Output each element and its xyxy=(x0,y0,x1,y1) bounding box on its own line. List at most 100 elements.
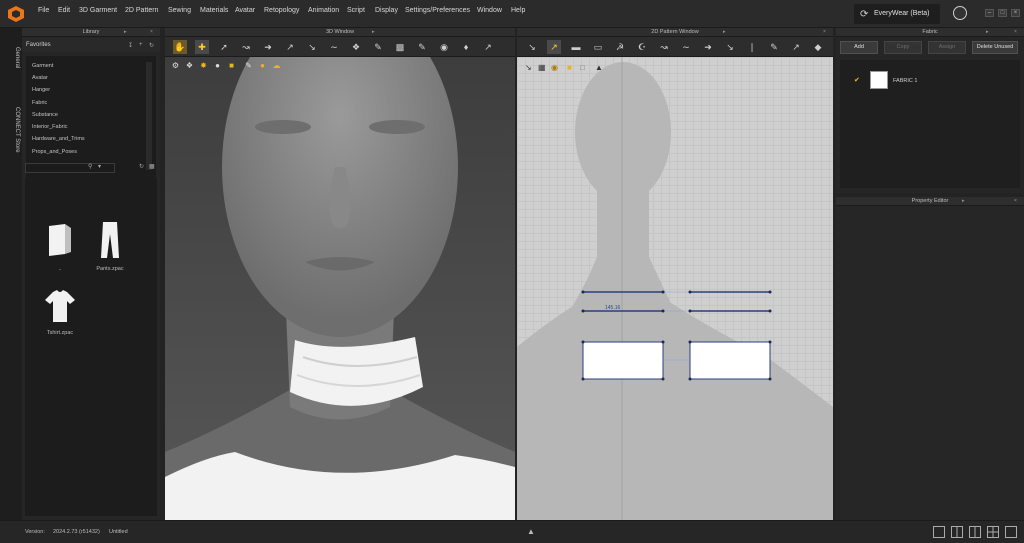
grid-display-icon[interactable]: ▦ xyxy=(538,63,546,72)
library-search-input[interactable] xyxy=(25,163,115,173)
everywear-button[interactable]: ⟳ EveryWear (Beta) xyxy=(854,4,940,24)
favorite-item[interactable]: Fabric xyxy=(32,100,47,106)
library-pin-icon[interactable]: ▸ xyxy=(124,29,127,35)
favorite-item[interactable]: Props_and_Poses xyxy=(32,149,77,155)
check-sewing-icon[interactable]: ↘ xyxy=(723,40,737,54)
layout-fullscreen-icon[interactable] xyxy=(1005,526,1017,538)
2d-pattern-canvas[interactable]: 145.16 ↘ ▦ ◉ ■ □ ▲ xyxy=(517,57,833,520)
favorites-scrollbar[interactable] xyxy=(146,62,152,170)
menu-script[interactable]: Script xyxy=(347,7,365,14)
avatar-visibility-icon[interactable]: ● xyxy=(212,60,223,71)
trace-icon[interactable]: ↗ xyxy=(789,40,803,54)
lock-2d-icon[interactable]: □ xyxy=(580,63,585,72)
internal-shape-icon[interactable]: ☭ xyxy=(613,40,627,54)
cloud-display-icon[interactable]: ☁ xyxy=(271,60,282,71)
3d-viewport[interactable]: ⚙ ❖ ✸ ● ■ ✎ ● ☁ xyxy=(165,57,515,520)
menu-materials[interactable]: Materials xyxy=(200,7,228,14)
move-tool-icon[interactable]: ✋ xyxy=(173,40,187,54)
shape-tool-icon[interactable]: ♦ xyxy=(459,40,473,54)
menu-avatar[interactable]: Avatar xyxy=(235,7,255,14)
favorite-item[interactable]: Garment xyxy=(32,63,53,69)
transform-pattern-icon[interactable]: ↘ xyxy=(525,40,539,54)
pleat-icon[interactable]: ❘ xyxy=(745,40,759,54)
fabric-item[interactable]: ✔ FABRIC 1 xyxy=(840,60,1020,96)
menu-retopology[interactable]: Retopology xyxy=(264,7,299,14)
fold-arrangement-icon[interactable]: ➜ xyxy=(701,40,715,54)
user-avatar-icon[interactable] xyxy=(953,6,967,20)
menu-sewing[interactable]: Sewing xyxy=(168,7,191,14)
pattern-display-icon[interactable]: ↘ xyxy=(525,63,532,72)
texture-display-icon[interactable]: ✸ xyxy=(198,60,209,71)
pin-tool-icon[interactable]: ➚ xyxy=(217,40,231,54)
layout-split-icon[interactable] xyxy=(951,526,963,538)
garment-display-icon[interactable]: ❖ xyxy=(184,60,195,71)
menu-settings[interactable]: Settings/Preferences xyxy=(405,7,470,14)
light-display-icon[interactable]: ● xyxy=(257,60,268,71)
favorite-item[interactable]: Hanger xyxy=(32,87,50,93)
snapshot-tool-icon[interactable]: ◉ xyxy=(437,40,451,54)
2d-window-pin-icon[interactable]: ▸ xyxy=(723,29,726,35)
layout-quad-icon[interactable] xyxy=(987,526,999,538)
dart-icon[interactable]: ☪ xyxy=(635,40,649,54)
favorite-item[interactable]: Avatar xyxy=(32,75,48,81)
menu-3d-garment[interactable]: 3D Garment xyxy=(79,7,117,14)
brush-tool-icon[interactable]: ➜ xyxy=(261,40,275,54)
layout-dual-icon[interactable] xyxy=(969,526,981,538)
add-fabric-button[interactable]: Add xyxy=(840,41,878,54)
property-pin-icon[interactable]: ▸ xyxy=(962,198,965,204)
favorite-item[interactable]: Substance xyxy=(32,112,58,118)
assign-fabric-button[interactable]: Assign xyxy=(928,41,966,54)
minimize-icon[interactable]: – xyxy=(985,9,994,17)
texture-2d-icon[interactable]: ■ xyxy=(567,63,572,72)
library-item[interactable]: Tshirt.zpac xyxy=(35,290,85,336)
library-item[interactable]: Pants.zpac xyxy=(85,222,135,272)
delete-unused-button[interactable]: Delete Unused xyxy=(972,41,1018,54)
clo-logo-icon[interactable] xyxy=(7,5,25,23)
library-item[interactable]: .. xyxy=(35,222,85,272)
menu-2d-pattern[interactable]: 2D Pattern xyxy=(125,7,158,14)
download-icon[interactable]: ↧ xyxy=(128,42,133,49)
pen-display-icon[interactable]: ✎ xyxy=(243,60,254,71)
fabric-display-icon[interactable]: ■ xyxy=(226,60,237,71)
export-2d-icon[interactable]: ▲ xyxy=(595,63,603,72)
menu-edit[interactable]: Edit xyxy=(58,7,70,14)
edit-pattern-icon[interactable]: ↗ xyxy=(547,40,561,54)
select-tool-icon[interactable]: ✚ xyxy=(195,40,209,54)
fabric-pin-icon[interactable]: ▸ xyxy=(986,29,989,35)
copy-fabric-button[interactable]: Copy xyxy=(884,41,922,54)
view-toggle-icon[interactable]: ↻ xyxy=(139,163,144,170)
2d-window-close-icon[interactable]: × xyxy=(823,29,826,35)
menu-animation[interactable]: Animation xyxy=(308,7,339,14)
rectangle-icon[interactable]: ▬ xyxy=(569,40,583,54)
favorite-item[interactable]: Interior_Fabric xyxy=(32,124,67,130)
texture-tool-icon[interactable]: ▩ xyxy=(393,40,407,54)
close-icon[interactable]: × xyxy=(1011,9,1020,17)
filter-icon[interactable]: ▾ xyxy=(98,163,101,170)
export-tool-icon[interactable]: ↗ xyxy=(481,40,495,54)
measure-tool-icon[interactable]: ↗ xyxy=(283,40,297,54)
favorite-item[interactable]: Hardware_and_Trims xyxy=(32,136,85,142)
trim-tool-icon[interactable]: ✎ xyxy=(371,40,385,54)
grid-view-icon[interactable]: ▦ xyxy=(149,163,155,170)
restore-icon[interactable]: □ xyxy=(998,9,1007,17)
tab-connect-store[interactable]: CONNECT Store xyxy=(2,90,20,170)
layout-single-icon[interactable] xyxy=(933,526,945,538)
segment-sewing-icon[interactable]: ↝ xyxy=(657,40,671,54)
avatar-display-icon[interactable]: ⚙ xyxy=(170,60,181,71)
fabric-close-icon[interactable]: × xyxy=(1014,29,1017,35)
tab-general[interactable]: General xyxy=(2,38,20,78)
property-close-icon[interactable]: × xyxy=(1014,198,1017,204)
menu-window[interactable]: Window xyxy=(477,7,502,14)
avatar-outline-icon[interactable]: ◉ xyxy=(551,63,558,72)
menu-file[interactable]: File xyxy=(38,7,49,14)
seam-tool-icon[interactable]: ∼ xyxy=(327,40,341,54)
button-tool-icon[interactable]: ❖ xyxy=(349,40,363,54)
refresh-icon[interactable]: ↻ xyxy=(149,42,154,49)
search-icon[interactable]: ⚲ xyxy=(88,163,92,170)
free-sewing-icon[interactable]: ∼ xyxy=(679,40,693,54)
graphic-tool-icon[interactable]: ✎ xyxy=(415,40,429,54)
expand-up-icon[interactable]: ▲ xyxy=(527,527,535,536)
fold-tool-icon[interactable]: ↝ xyxy=(239,40,253,54)
garment-2d-icon[interactable]: ◆ xyxy=(811,40,825,54)
3d-window-pin-icon[interactable]: ▸ xyxy=(372,29,375,35)
